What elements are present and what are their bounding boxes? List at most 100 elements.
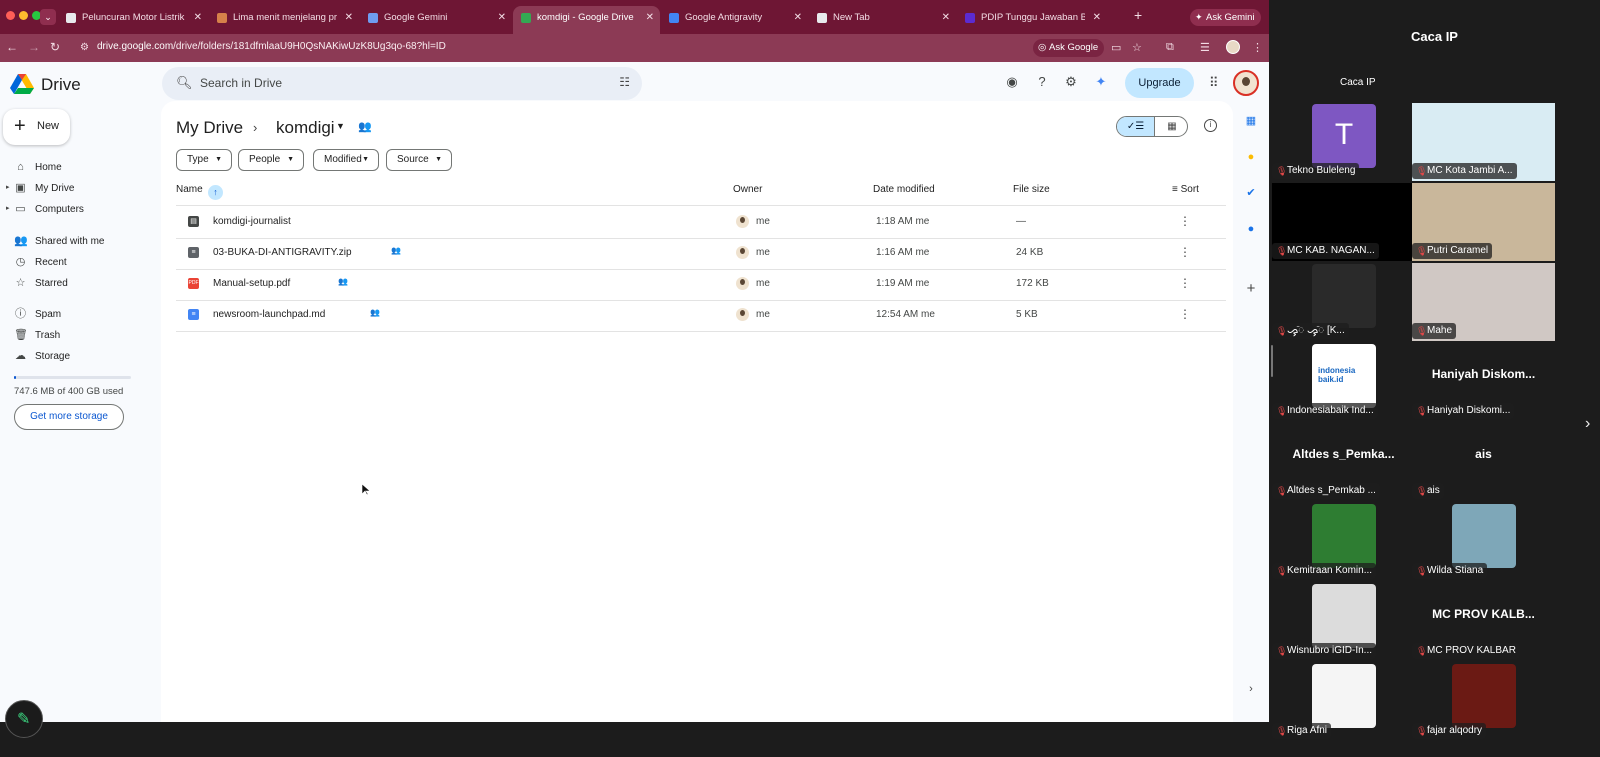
tab-close-icon[interactable]: ✕ — [345, 6, 353, 30]
participant-tile[interactable]: MC PROV KALB... 🎙︎ MC PROV KALBAR — [1412, 581, 1555, 661]
calendar-icon[interactable]: ▦ — [1244, 114, 1258, 128]
search-icon[interactable]: 🔍︎ — [176, 75, 193, 91]
filter-chip-modified[interactable]: Modified ▼ — [313, 149, 379, 171]
sort-button[interactable]: ≡ Sort — [1172, 184, 1199, 195]
minimize-window-button[interactable] — [19, 11, 28, 20]
participant-tile[interactable]: Altdes s_Pemka... 🎙︎ Altdes s_Pemkab ... — [1272, 421, 1415, 501]
sidebar-item-trash[interactable]: 🗑 Trash — [0, 326, 150, 347]
sidebar-item-home[interactable]: ⌂ Home — [0, 158, 150, 179]
keep-icon[interactable]: ● — [1244, 150, 1258, 164]
tab-close-icon[interactable]: ✕ — [794, 6, 802, 30]
search-options-icon[interactable]: ☷ — [619, 75, 630, 89]
offline-ready-icon[interactable]: ◉ — [1004, 74, 1020, 90]
bookmark-star-icon[interactable]: ☆ — [1132, 41, 1142, 54]
gemini-sparkle-icon[interactable]: ✦ — [1093, 74, 1109, 90]
close-window-button[interactable] — [6, 11, 15, 20]
browser-tab[interactable]: Google Gemini ✕ — [360, 6, 512, 34]
table-row[interactable]: ≡ 03-BUKA-DI-ANTIGRAVITY.zip 👥 me 1:16 AM me… — [176, 237, 1226, 269]
site-settings-icon[interactable]: ⚙ — [80, 42, 89, 53]
browser-tab[interactable]: New Tab ✕ — [809, 6, 956, 34]
more-actions-icon[interactable]: ⋮ — [1179, 245, 1191, 259]
get-more-storage-button[interactable]: Get more storage — [14, 404, 124, 430]
participant-tile[interactable]: 🎙︎ fajar alqodry — [1412, 661, 1555, 741]
browser-profile-avatar[interactable] — [1226, 40, 1240, 54]
file-name[interactable]: Manual-setup.pdf — [213, 278, 290, 289]
breadcrumb-current-folder[interactable]: komdigi — [276, 118, 335, 138]
filter-chip-people[interactable]: People ▼ — [238, 149, 304, 171]
file-name[interactable]: komdigi-journalist — [213, 216, 291, 227]
add-on-plus-icon[interactable]: + — [1244, 281, 1258, 296]
sidebar-item-starred[interactable]: ☆ Starred — [0, 274, 150, 295]
participant-tile[interactable]: 🎙︎ MC Kota Jambi A... — [1412, 101, 1555, 181]
column-owner[interactable]: Owner — [733, 184, 762, 195]
tab-close-icon[interactable]: ✕ — [1093, 6, 1101, 30]
participant-tile[interactable]: 🎙︎ MC KAB. NAGAN... — [1272, 181, 1415, 261]
participant-tile[interactable]: 🎙︎ Putri Caramel — [1412, 181, 1555, 261]
participant-tile[interactable]: 🎙︎ Wilda Stiana — [1412, 501, 1555, 581]
tab-close-icon[interactable]: ✕ — [646, 6, 654, 30]
upgrade-button[interactable]: Upgrade — [1125, 68, 1194, 98]
google-apps-icon[interactable]: ⠿ — [1209, 75, 1219, 91]
tasks-icon[interactable]: ✔ — [1244, 186, 1258, 200]
grid-view-button[interactable]: ▦ — [1154, 117, 1187, 136]
sidebar-item-storage[interactable]: ☁ Storage — [0, 347, 150, 368]
participant-tile[interactable]: 🎙︎ Wisnubro iGID-In... — [1272, 581, 1415, 661]
tab-close-icon[interactable]: ✕ — [942, 6, 950, 30]
address-bar[interactable]: drive.google.com/drive/folders/181dfmlaa… — [97, 41, 446, 52]
side-panel-collapse-icon[interactable]: › — [1244, 682, 1258, 696]
account-avatar[interactable] — [1233, 70, 1259, 96]
folder-menu-caret-icon[interactable]: ▼ — [336, 121, 345, 131]
more-actions-icon[interactable]: ⋮ — [1179, 276, 1191, 290]
search-bar[interactable]: 🔍︎ Search in Drive ☷ — [162, 67, 642, 100]
reload-button[interactable]: ↻ — [50, 40, 60, 54]
browser-tab[interactable]: Google Antigravity ✕ — [661, 6, 808, 34]
ask-google-button[interactable]: ◎ Ask Google — [1033, 39, 1105, 57]
search-input[interactable]: Search in Drive — [200, 76, 282, 90]
participant-tile[interactable]: 🎙︎ Kemitraan Komin... — [1272, 501, 1415, 581]
help-icon[interactable]: ? — [1034, 74, 1050, 90]
table-row[interactable]: PDF Manual-setup.pdf 👥 me 1:19 AM me 172 KB ⋮ — [176, 268, 1226, 300]
participant-tile[interactable]: 🎙︎ Mahe — [1412, 261, 1555, 341]
sidebar-item-recent[interactable]: ◷ Recent — [0, 253, 150, 274]
participant-tile[interactable]: T 🎙︎ Tekno Buleleng — [1272, 101, 1415, 181]
new-button[interactable]: + New — [3, 109, 70, 145]
filter-chip-source[interactable]: Source ▼ — [386, 149, 452, 171]
settings-gear-icon[interactable]: ⚙ — [1063, 74, 1079, 90]
table-row[interactable]: ▤ komdigi-journalist me 1:18 AM me — ⋮ — [176, 206, 1226, 238]
next-page-arrow-icon[interactable]: › — [1585, 415, 1590, 433]
contacts-icon[interactable]: ● — [1244, 222, 1258, 236]
cast-icon[interactable]: ▭ — [1111, 41, 1121, 54]
back-button[interactable]: ← — [6, 40, 18, 54]
browser-tab[interactable]: komdigi - Google Drive ✕ — [513, 6, 660, 34]
browser-tab[interactable]: PDIP Tunggu Jawaban BGN ✕ — [957, 6, 1107, 34]
participant-tile[interactable]: 🎙︎ ᯀᯮᯩ ᯀᯮᯩ [K... — [1272, 261, 1415, 341]
breadcrumb-my-drive[interactable]: My Drive — [176, 118, 243, 138]
sidebar-item-shared-with-me[interactable]: 👥 Shared with me — [0, 232, 150, 253]
sidebar-item-computers[interactable]: ▸ ▭ Computers — [0, 200, 150, 221]
sort-ascending-icon[interactable]: ↑ — [208, 185, 223, 200]
reading-list-icon[interactable]: ☰ — [1200, 41, 1210, 54]
column-name[interactable]: Name — [176, 184, 203, 195]
participant-tile[interactable]: Haniyah Diskom... 🎙︎ Haniyah Diskomi... — [1412, 341, 1555, 421]
folder-shared-icon[interactable]: 👥 — [358, 120, 372, 133]
participant-tile[interactable]: 🎙︎ Riga Afni — [1272, 661, 1415, 741]
filter-chip-type[interactable]: Type ▼ — [176, 149, 232, 171]
column-date-modified[interactable]: Date modified — [873, 184, 935, 195]
tab-close-icon[interactable]: ✕ — [194, 6, 202, 30]
participant-tile[interactable]: ais 🎙︎ ais — [1412, 421, 1555, 501]
browser-menu-icon[interactable]: ⋮ — [1252, 41, 1263, 54]
expand-arrow-icon[interactable]: ▸ — [6, 204, 10, 212]
file-name[interactable]: newsroom-launchpad.md — [213, 309, 325, 320]
tab-close-icon[interactable]: ✕ — [498, 6, 506, 30]
table-row[interactable]: ≡ newsroom-launchpad.md 👥 me 12:54 AM me 5 KB… — [176, 299, 1226, 331]
sidebar-item-spam[interactable]: ⓘ Spam — [0, 305, 150, 326]
browser-tab[interactable]: Lima menit menjelang prokl ✕ — [209, 6, 359, 34]
participant-tile[interactable]: indonesia baik.id 🎙︎ Indonesiabaik Ind... — [1272, 341, 1415, 421]
forward-button[interactable]: → — [28, 40, 40, 54]
extensions-icon[interactable]: ⧉ — [1166, 41, 1174, 54]
ask-gemini-button[interactable]: ✦ Ask Gemini — [1190, 9, 1261, 26]
drive-logo-icon[interactable] — [10, 74, 34, 94]
column-file-size[interactable]: File size — [1013, 184, 1050, 195]
edit-floating-button[interactable]: ✎ — [5, 700, 43, 738]
sidebar-item-my-drive[interactable]: ▸ ▣ My Drive — [0, 179, 150, 200]
